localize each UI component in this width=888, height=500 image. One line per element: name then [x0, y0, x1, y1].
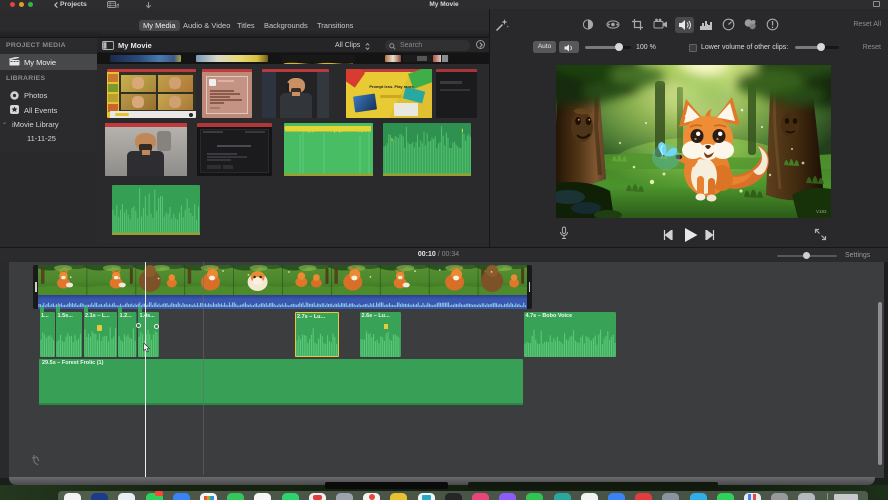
svg-text:V183: V183 [816, 209, 827, 214]
